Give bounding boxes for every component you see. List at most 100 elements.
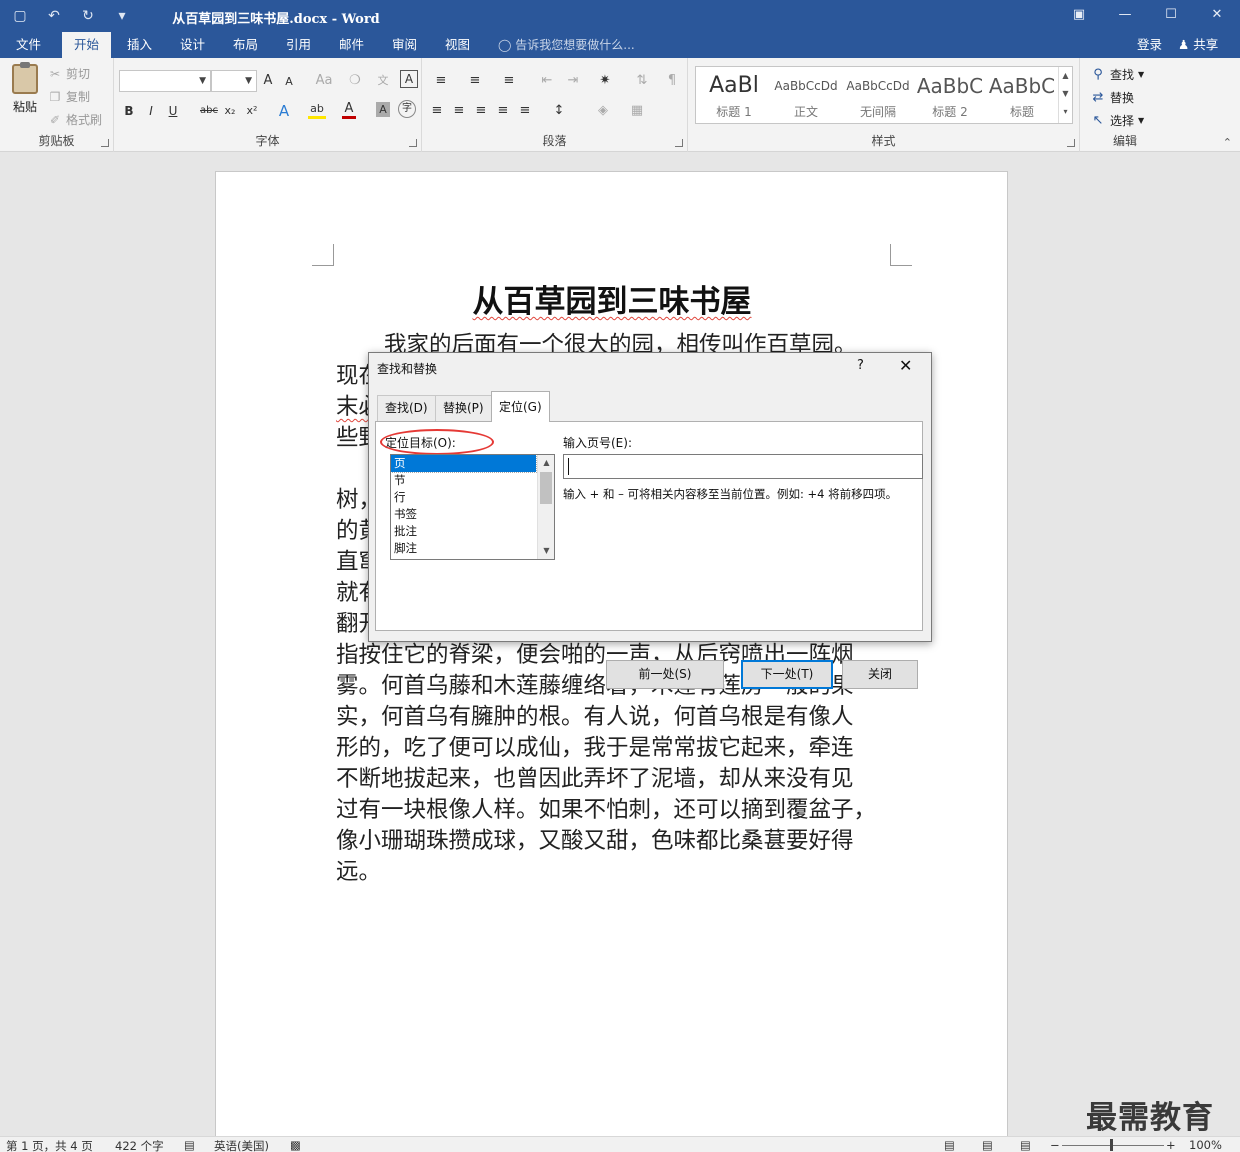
justify-icon[interactable]: ≡ (494, 100, 512, 122)
style-title[interactable]: AaBbC 标题 (986, 69, 1058, 123)
zoom-slider-thumb[interactable] (1110, 1139, 1113, 1151)
tab-home[interactable]: 开始 (62, 32, 112, 58)
ribbon-display-icon[interactable]: ▣ (1056, 0, 1102, 32)
subscript-button[interactable]: x₂ (222, 100, 238, 122)
zoom-out-icon[interactable]: − (1050, 1138, 1060, 1152)
previous-button[interactable]: 前一处(S) (606, 660, 724, 689)
shading-icon[interactable]: ◈ (590, 100, 616, 122)
close-button[interactable]: 关闭 (842, 660, 918, 689)
proofing-icon[interactable]: ▤ (184, 1138, 195, 1152)
tab-goto[interactable]: 定位(G) (491, 391, 550, 422)
text-effects-button[interactable]: A (276, 100, 292, 122)
shrink-font-button[interactable]: A (282, 71, 296, 93)
minimize-icon[interactable]: — (1102, 0, 1148, 32)
character-shading-button[interactable]: A (376, 102, 390, 117)
phonetic-guide-button[interactable]: 文 (374, 70, 392, 92)
bold-button[interactable]: B (122, 100, 136, 122)
align-left-icon[interactable]: ≡ (428, 100, 446, 122)
format-painter-button[interactable]: ✐ 格式刷 (48, 111, 102, 128)
scroll-thumb[interactable] (540, 472, 552, 504)
chevron-up-icon[interactable]: ▲ (538, 455, 554, 471)
list-item[interactable]: 批注 (391, 523, 536, 540)
dialog-close-icon[interactable]: ✕ (899, 356, 912, 375)
clipboard-launcher-icon[interactable] (101, 139, 109, 147)
tab-review[interactable]: 审阅 (380, 32, 429, 58)
show-marks-icon[interactable]: ¶ (664, 70, 680, 92)
grow-font-button[interactable]: A (260, 70, 276, 92)
list-item[interactable]: 节 (391, 472, 536, 489)
list-item[interactable]: 行 (391, 489, 536, 506)
next-button[interactable]: 下一处(T) (741, 660, 833, 689)
tab-file[interactable]: 文件 (4, 32, 53, 58)
web-layout-icon[interactable]: ▤ (1020, 1138, 1031, 1152)
font-launcher-icon[interactable] (409, 139, 417, 147)
highlight-icon[interactable]: ab (308, 100, 326, 119)
tab-find[interactable]: 查找(D) (377, 395, 436, 421)
strikethrough-button[interactable]: abc (198, 100, 220, 122)
change-case-button[interactable]: Aa (310, 70, 338, 92)
page-number-input[interactable] (563, 454, 923, 479)
print-layout-icon[interactable]: ▤ (982, 1138, 993, 1152)
chevron-down-icon[interactable]: ▼ (538, 543, 554, 559)
tab-references[interactable]: 引用 (274, 32, 323, 58)
numbering-icon[interactable]: ≡ (462, 70, 488, 92)
list-item[interactable]: 脚注 (391, 540, 536, 557)
character-border-button[interactable]: A (400, 70, 418, 88)
macro-icon[interactable]: ▩ (290, 1138, 301, 1152)
select-button[interactable]: ↖ 选择 ▼ (1090, 112, 1145, 129)
zoom-level[interactable]: 100% (1189, 1138, 1222, 1152)
chinese-layout-icon[interactable]: ✷ (592, 70, 618, 92)
tab-layout[interactable]: 布局 (221, 32, 270, 58)
tab-view[interactable]: 视图 (433, 32, 482, 58)
align-right-icon[interactable]: ≡ (472, 100, 490, 122)
more-icon[interactable]: ▾ (1059, 103, 1072, 121)
list-item[interactable]: 页 (391, 455, 537, 473)
paragraph-launcher-icon[interactable] (675, 139, 683, 147)
decrease-indent-icon[interactable]: ⇤ (536, 70, 558, 92)
font-size-combo[interactable]: ▼ (211, 70, 257, 92)
styles-scroll[interactable]: ▲ ▼ ▾ (1058, 67, 1072, 123)
list-item[interactable]: 书签 (391, 506, 536, 523)
style-no-spacing[interactable]: AaBbCcDd 无间隔 (842, 69, 914, 123)
language-indicator[interactable]: 英语(美国) (214, 1138, 269, 1152)
tab-replace[interactable]: 替换(P) (435, 395, 492, 421)
zoom-slider[interactable] (1062, 1145, 1164, 1146)
copy-button[interactable]: ❐ 复制 (48, 88, 90, 105)
underline-button[interactable]: U (166, 100, 180, 122)
cut-button[interactable]: ✂ 剪切 (48, 65, 90, 82)
tab-mailings[interactable]: 邮件 (327, 32, 376, 58)
italic-button[interactable]: I (144, 100, 158, 122)
read-mode-icon[interactable]: ▤ (944, 1138, 955, 1152)
style-heading1[interactable]: AaBl 标题 1 (698, 69, 770, 123)
align-center-icon[interactable]: ≡ (450, 100, 468, 122)
goto-target-list[interactable]: 页 节 行 书签 批注 脚注 ▲ ▼ (390, 454, 555, 560)
word-count[interactable]: 422 个字 (115, 1138, 164, 1152)
page-count[interactable]: 第 1 页，共 4 页 (6, 1138, 93, 1152)
replace-button[interactable]: ⇄ 替换 (1090, 89, 1134, 106)
find-button[interactable]: ⚲ 查找 ▼ (1090, 66, 1144, 83)
increase-indent-icon[interactable]: ⇥ (562, 70, 584, 92)
multilevel-list-icon[interactable]: ≡ (496, 70, 522, 92)
borders-icon[interactable]: ▦ (624, 100, 650, 122)
distributed-icon[interactable]: ≡ (516, 100, 534, 122)
list-scrollbar[interactable]: ▲ ▼ (537, 455, 554, 559)
collapse-ribbon-icon[interactable]: ⌃ (1223, 136, 1232, 149)
sort-icon[interactable]: ⇅ (632, 70, 652, 92)
zoom-in-icon[interactable]: + (1166, 1138, 1176, 1152)
tab-design[interactable]: 设计 (168, 32, 217, 58)
styles-launcher-icon[interactable] (1067, 139, 1075, 147)
close-icon[interactable]: ✕ (1194, 0, 1240, 32)
font-name-combo[interactable]: ▼ (119, 70, 211, 92)
share-button[interactable]: ♟ 共享 (1178, 32, 1218, 58)
line-spacing-icon[interactable]: ↕ (546, 100, 572, 122)
tab-insert[interactable]: 插入 (115, 32, 164, 58)
maximize-icon[interactable]: ☐ (1148, 0, 1194, 32)
tell-me-box[interactable]: ◯ 告诉我您想要做什么... (498, 32, 635, 58)
paste-button[interactable]: 粘贴 (8, 62, 42, 115)
help-icon[interactable]: ? (857, 358, 864, 373)
clear-format-icon[interactable]: ❍ (346, 70, 364, 92)
style-heading2[interactable]: AaBbC 标题 2 (914, 69, 986, 123)
font-color-button[interactable]: A (342, 100, 356, 119)
bullets-icon[interactable]: ≡ (428, 70, 454, 92)
chevron-up-icon[interactable]: ▲ (1059, 67, 1072, 85)
